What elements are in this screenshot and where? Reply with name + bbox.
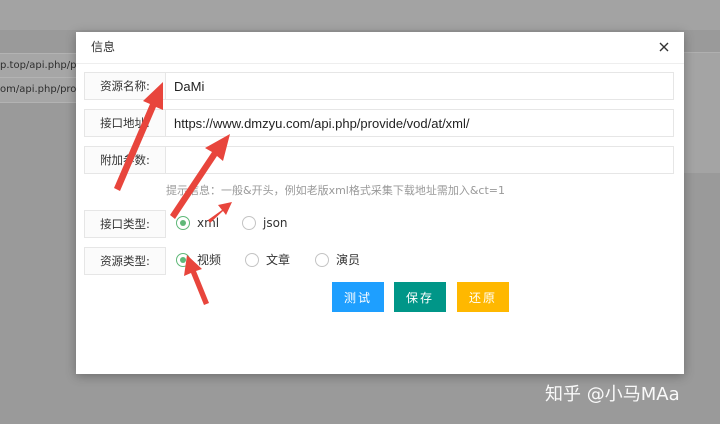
test-button[interactable]: 测试: [332, 282, 384, 312]
info-dialog: 信息 资源名称: 接口地址: 附加参数: 提示信息：一般&开头，例如老版xml格…: [76, 32, 684, 374]
resource-type-label: 资源类型:: [84, 247, 166, 275]
api-url-label: 接口地址:: [84, 109, 166, 137]
extra-params-input[interactable]: [166, 146, 674, 174]
radio-checked-icon: [176, 253, 190, 267]
background-row-text: om/api.php/provi: [0, 84, 78, 95]
dialog-header: 信息: [76, 32, 684, 64]
radio-checked-icon: [176, 216, 190, 230]
background-row-text: p.top/api.php/prov: [0, 60, 78, 71]
save-button[interactable]: 保存: [394, 282, 446, 312]
background-topbar: [0, 0, 720, 30]
radio-label: 视频: [197, 253, 222, 267]
radio-unchecked-icon: [242, 216, 256, 230]
radio-unchecked-icon: [315, 253, 329, 267]
api-url-input[interactable]: [166, 109, 674, 137]
close-icon[interactable]: [656, 39, 672, 55]
watermark: 知乎 @小马MAa: [545, 384, 680, 405]
resource-name-label: 资源名称:: [84, 72, 166, 100]
background-panel: [684, 52, 720, 173]
hint-text: 提示信息：一般&开头，例如老版xml格式采集下载地址需加入&ct=1: [166, 184, 506, 197]
dialog-title: 信息: [91, 40, 116, 54]
radio-label: json: [263, 216, 288, 230]
extra-params-label: 附加参数:: [84, 146, 166, 174]
resource-name-input[interactable]: [166, 72, 674, 100]
reset-button[interactable]: 还原: [457, 282, 509, 312]
radio-unchecked-icon: [245, 253, 259, 267]
radio-label: xml: [197, 216, 220, 230]
api-type-label: 接口类型:: [84, 210, 166, 238]
radio-label: 演员: [336, 253, 361, 267]
radio-label: 文章: [266, 253, 291, 267]
